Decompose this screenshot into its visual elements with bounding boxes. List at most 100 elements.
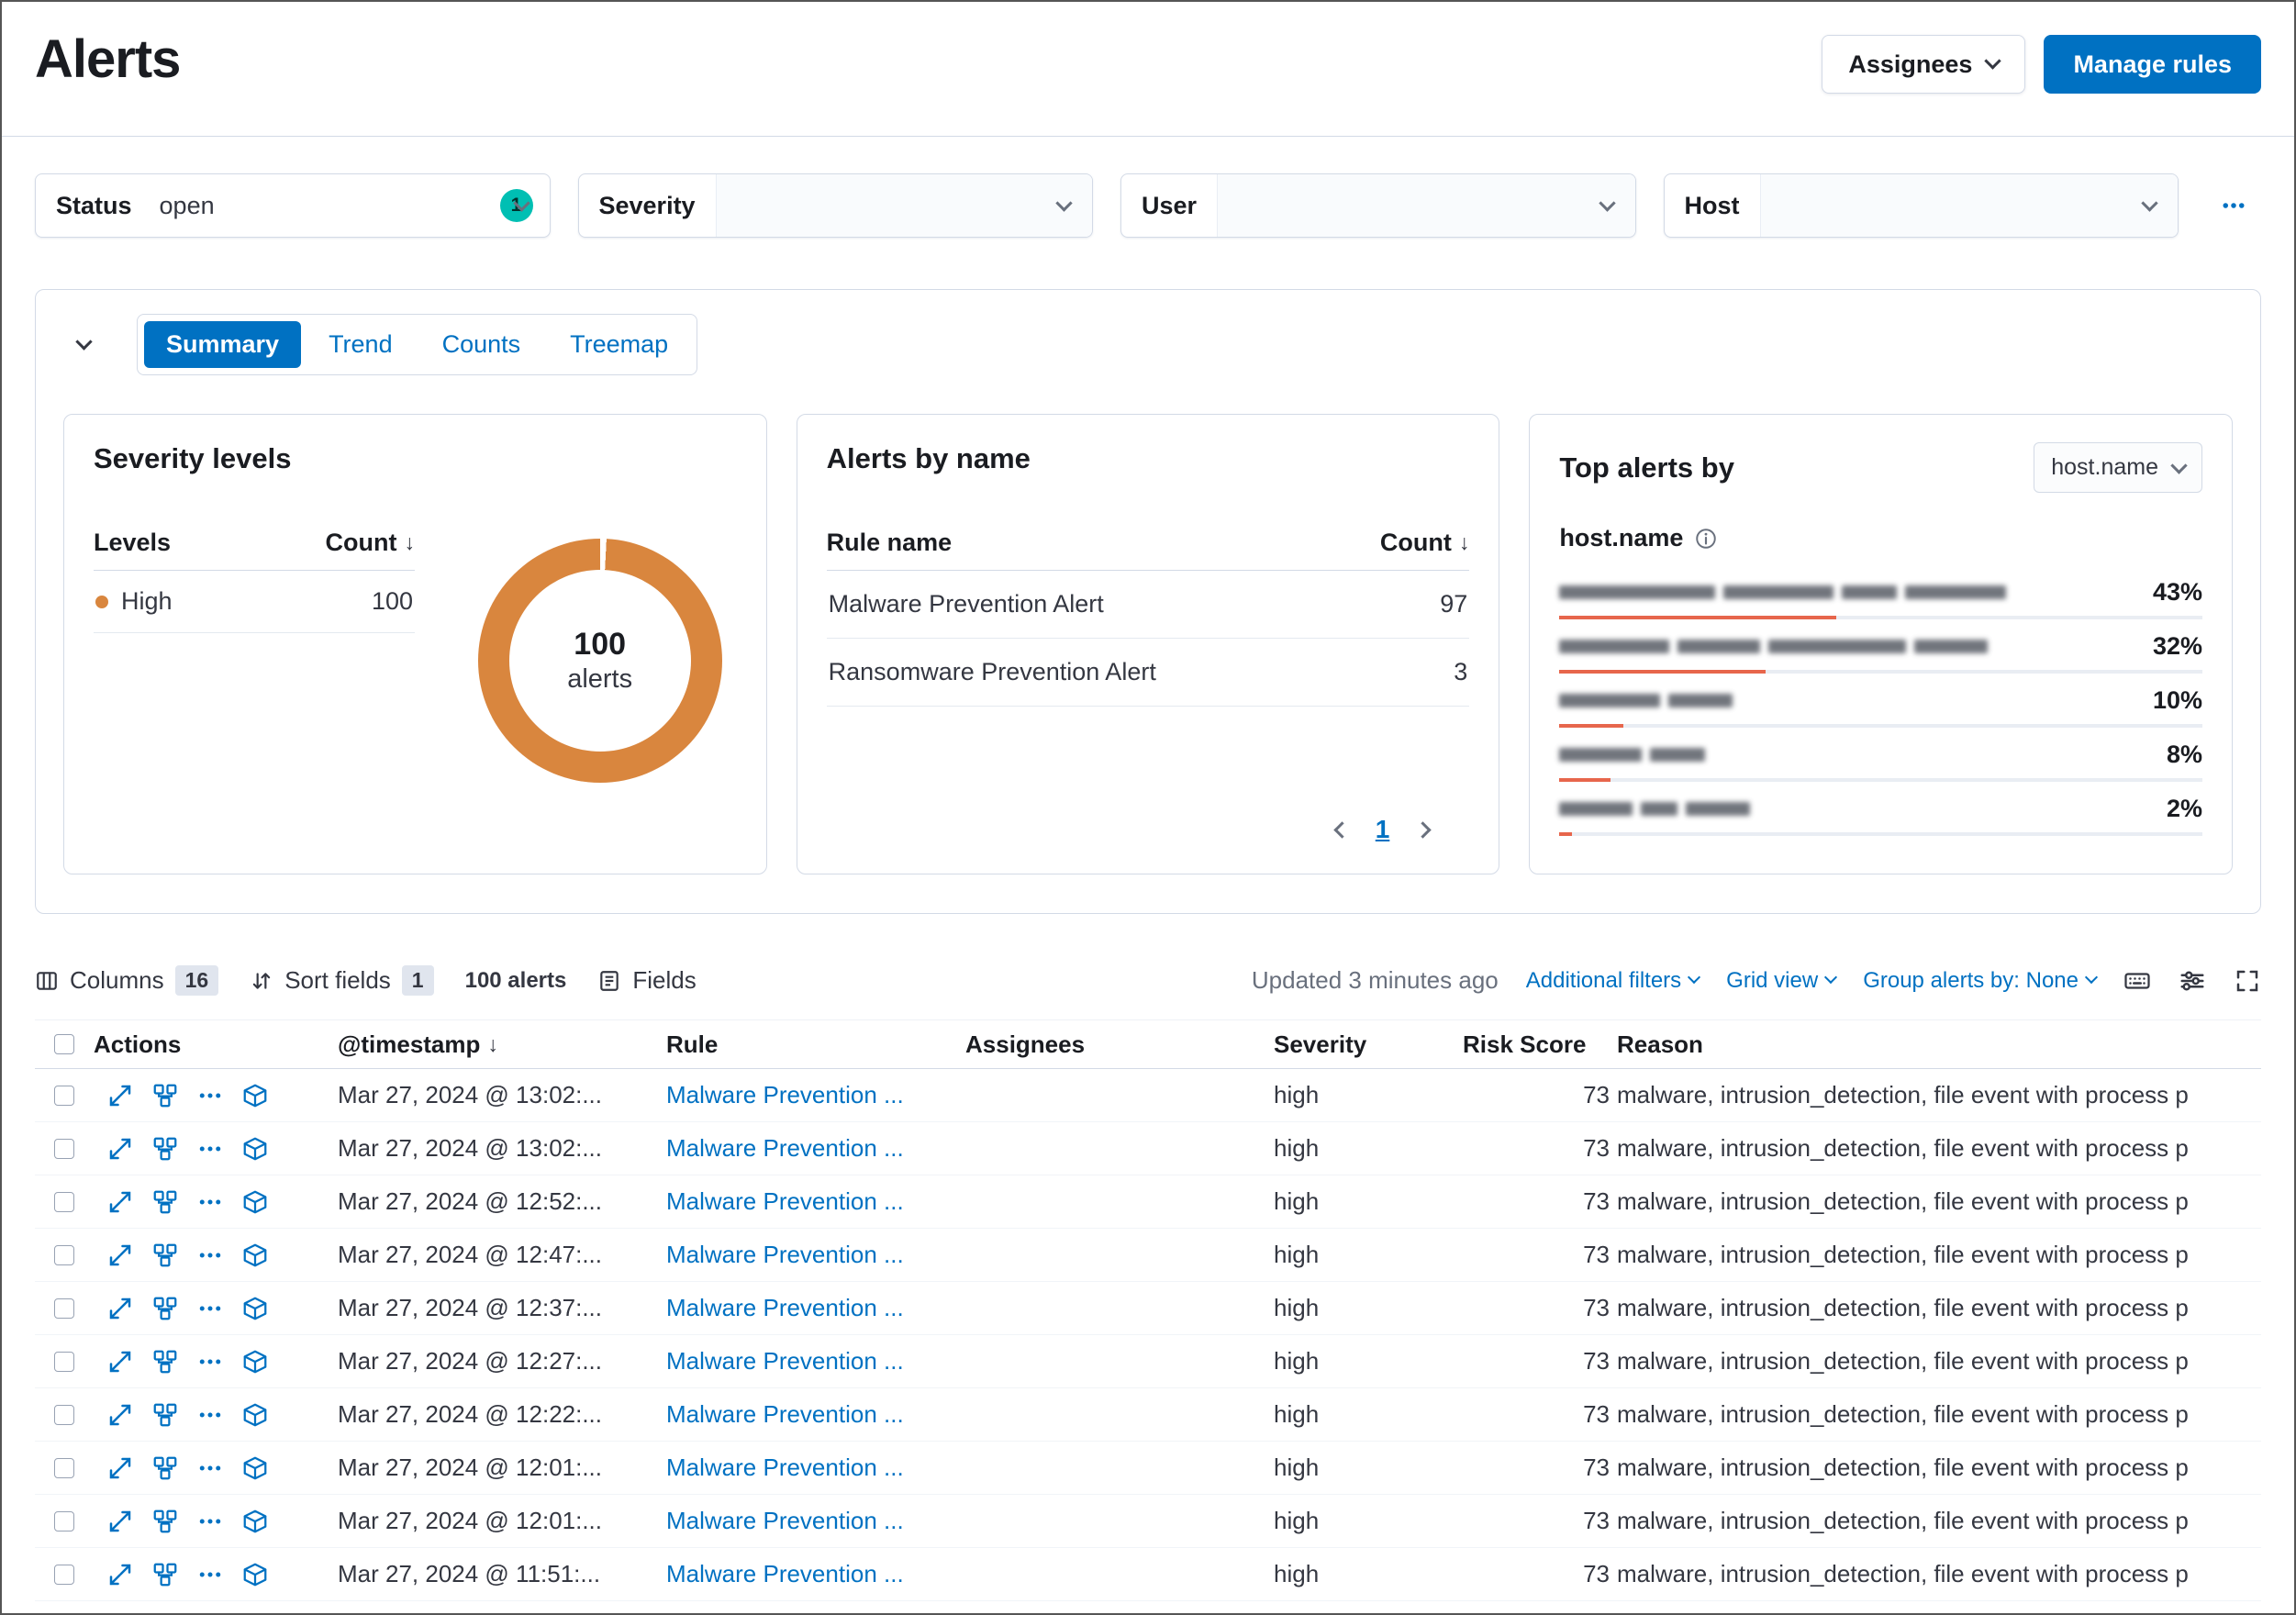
row-checkbox[interactable] [54,1244,74,1265]
column-header-risk-score[interactable]: Risk Score [1463,1030,1617,1059]
analyze-event-icon[interactable] [151,1561,179,1588]
alert-reason[interactable]: malware, intrusion_detection, file event… [1617,1241,2261,1269]
rule-link[interactable]: Malware Prevention ... [666,1187,965,1216]
alert-reason[interactable]: malware, intrusion_detection, file event… [1617,1560,2261,1588]
columns-button[interactable]: Columns 16 [35,965,219,996]
alert-reason[interactable]: malware, intrusion_detection, file event… [1617,1187,2261,1216]
alert-reason[interactable]: malware, intrusion_detection, file event… [1617,1347,2261,1376]
add-to-timeline-icon[interactable] [241,1454,269,1482]
rule-link[interactable]: Malware Prevention ... [666,1081,965,1109]
alert-reason[interactable]: malware, intrusion_detection, file event… [1617,1134,2261,1163]
assignees-button[interactable]: Assignees [1822,35,2026,94]
grid-view-button[interactable]: Grid view [1726,968,1838,994]
column-header-severity[interactable]: Severity [1274,1030,1463,1059]
add-to-timeline-icon[interactable] [241,1508,269,1535]
add-to-timeline-icon[interactable] [241,1295,269,1322]
expand-alert-icon[interactable] [106,1348,134,1376]
row-checkbox[interactable] [54,1191,74,1212]
column-header-assignees[interactable]: Assignees [965,1030,1274,1059]
alert-reason[interactable]: malware, intrusion_detection, file event… [1617,1400,2261,1429]
add-to-timeline-icon[interactable] [241,1188,269,1216]
more-actions-icon[interactable] [196,1082,224,1109]
rule-link[interactable]: Malware Prevention ... [666,1347,965,1376]
row-checkbox[interactable] [54,1298,74,1319]
alert-reason[interactable]: malware, intrusion_detection, file event… [1617,1454,2261,1482]
expand-alert-icon[interactable] [106,1295,134,1322]
filter-status[interactable]: Status open 1 [35,173,551,238]
row-checkbox[interactable] [54,1138,74,1159]
expand-alert-icon[interactable] [106,1082,134,1109]
next-page-icon[interactable] [1414,820,1432,839]
row-checkbox[interactable] [54,1085,74,1106]
analyze-event-icon[interactable] [151,1242,179,1269]
analyze-event-icon[interactable] [151,1508,179,1535]
expand-alert-icon[interactable] [106,1401,134,1429]
more-actions-icon[interactable] [196,1242,224,1269]
row-checkbox[interactable] [54,1510,74,1531]
previous-page-icon[interactable] [1333,820,1351,839]
fields-button[interactable]: Fields [597,966,697,995]
group-alerts-by-button[interactable]: Group alerts by: None [1863,968,2099,994]
column-header-rule[interactable]: Rule [666,1030,965,1059]
expand-alert-icon[interactable] [106,1188,134,1216]
alert-reason[interactable]: malware, intrusion_detection, file event… [1617,1081,2261,1109]
select-all-checkbox[interactable] [54,1034,74,1054]
page-number[interactable]: 1 [1376,815,1390,844]
tab-summary[interactable]: Summary [144,321,302,368]
alert-reason[interactable]: malware, intrusion_detection, file event… [1617,1294,2261,1322]
rule-link[interactable]: Malware Prevention ... [666,1241,965,1269]
expand-alert-icon[interactable] [106,1135,134,1163]
filter-severity[interactable]: Severity [577,173,1093,238]
more-actions-icon[interactable] [196,1561,224,1588]
rule-link[interactable]: Malware Prevention ... [666,1560,965,1588]
analyze-event-icon[interactable] [151,1454,179,1482]
add-to-timeline-icon[interactable] [241,1242,269,1269]
count-column-header[interactable]: Count ↓ [1380,529,1469,557]
add-to-timeline-icon[interactable] [241,1561,269,1588]
more-actions-icon[interactable] [196,1454,224,1482]
expand-alert-icon[interactable] [106,1454,134,1482]
sort-fields-button[interactable]: Sort fields 1 [250,965,434,996]
expand-alert-icon[interactable] [106,1561,134,1588]
severity-col-count[interactable]: Count ↓ [326,529,415,557]
more-actions-icon[interactable] [196,1508,224,1535]
expand-alert-icon[interactable] [106,1242,134,1269]
more-actions-icon[interactable] [196,1295,224,1322]
more-filters-icon[interactable] [2206,192,2261,219]
analyze-event-icon[interactable] [151,1348,179,1376]
more-actions-icon[interactable] [196,1401,224,1429]
additional-filters-button[interactable]: Additional filters [1526,968,1701,994]
keyboard-shortcuts-icon[interactable] [2123,967,2151,995]
filter-host[interactable]: Host [1663,173,2179,238]
analyze-event-icon[interactable] [151,1188,179,1216]
row-checkbox[interactable] [54,1564,74,1585]
analyze-event-icon[interactable] [151,1082,179,1109]
tab-counts[interactable]: Counts [420,321,543,368]
rule-link[interactable]: Malware Prevention ... [666,1507,965,1535]
more-actions-icon[interactable] [196,1135,224,1163]
manage-rules-button[interactable]: Manage rules [2044,35,2261,94]
analyze-event-icon[interactable] [151,1401,179,1429]
filter-user[interactable]: User [1120,173,1636,238]
row-checkbox[interactable] [54,1351,74,1372]
column-header-timestamp[interactable]: @timestamp ↓ [338,1030,666,1059]
column-header-reason[interactable]: Reason [1617,1030,2261,1059]
add-to-timeline-icon[interactable] [241,1348,269,1376]
add-to-timeline-icon[interactable] [241,1082,269,1109]
tab-treemap[interactable]: Treemap [548,321,690,368]
analyze-event-icon[interactable] [151,1135,179,1163]
analyze-event-icon[interactable] [151,1295,179,1322]
display-options-icon[interactable] [2179,967,2206,995]
expand-alert-icon[interactable] [106,1508,134,1535]
collapse-charts-button[interactable] [63,325,104,365]
rule-link[interactable]: Malware Prevention ... [666,1454,965,1482]
top-alerts-field-select[interactable]: host.name [2034,442,2202,493]
info-icon[interactable] [1694,527,1718,551]
row-checkbox[interactable] [54,1404,74,1425]
row-checkbox[interactable] [54,1457,74,1478]
more-actions-icon[interactable] [196,1188,224,1216]
tab-trend[interactable]: Trend [307,321,415,368]
add-to-timeline-icon[interactable] [241,1135,269,1163]
alert-reason[interactable]: malware, intrusion_detection, file event… [1617,1507,2261,1535]
rule-link[interactable]: Malware Prevention ... [666,1134,965,1163]
